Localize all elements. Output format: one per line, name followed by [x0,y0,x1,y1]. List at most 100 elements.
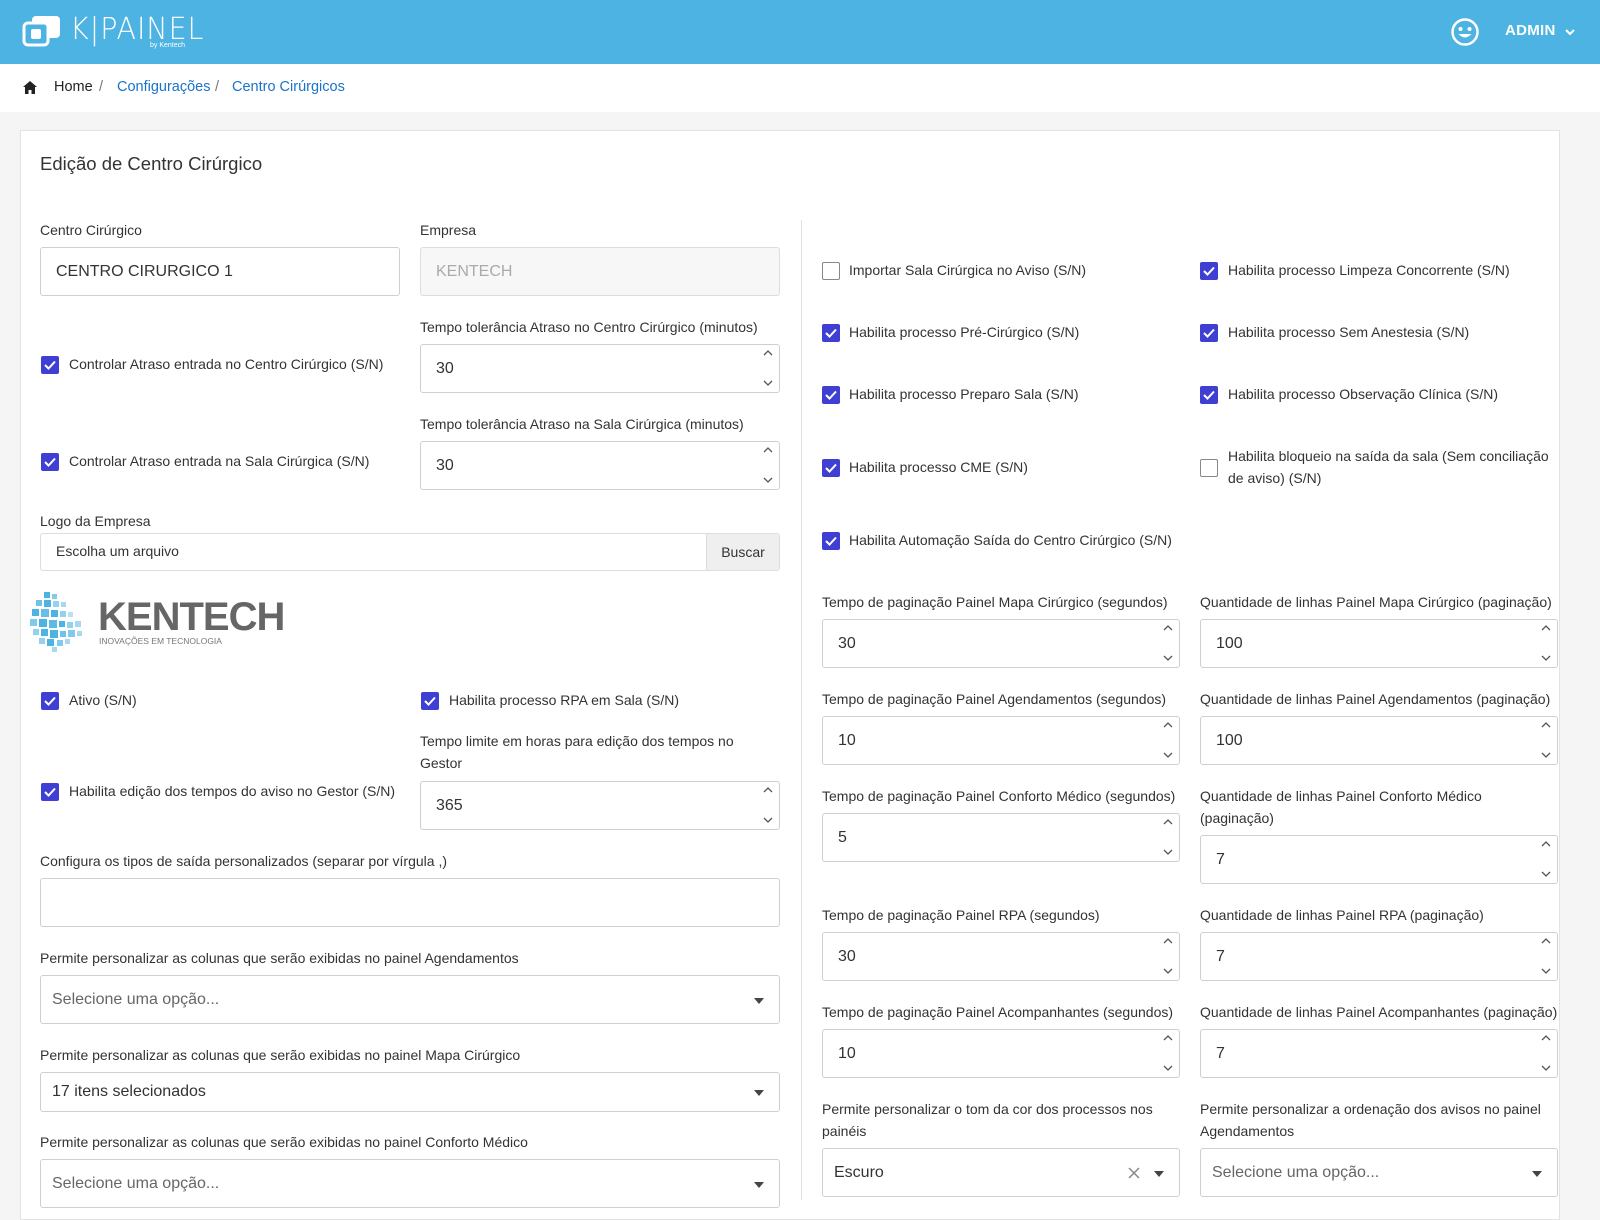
automacao-saida-checkbox[interactable] [822,532,840,550]
spinner-arrows-icon[interactable] [1163,624,1173,662]
lin-mapa-label: Quantidade de linhas Painel Mapa Cirúrgi… [1200,594,1552,610]
controlar-atraso-sala-checkbox[interactable] [41,453,59,471]
pag-rpa-value: 30 [838,948,856,965]
smiley-user-icon[interactable] [1450,17,1480,47]
pag-rpa-input[interactable]: 30 [822,932,1180,981]
tol-cc-input[interactable]: 30 [420,344,780,393]
colunas-conforto-select[interactable]: Selecione uma opção... [40,1159,780,1208]
user-menu-name[interactable]: ADMIN [1505,22,1556,39]
check-icon [1203,390,1215,400]
spinner-arrows-icon[interactable] [1541,937,1551,975]
sem-anestesia-checkbox[interactable] [1200,324,1218,342]
select-placeholder: Selecione uma opção... [52,1175,220,1192]
clear-icon[interactable] [1127,1166,1141,1180]
tol-cc-label: Tempo tolerância Atraso no Centro Cirúrg… [420,319,758,335]
breadcrumb-centro-cirurgicos[interactable]: Centro Cirúrgicos [232,79,345,95]
bloqueio-saida-label-line1: Habilita bloqueio na saída da sala (Sem … [1228,448,1549,464]
centro-cirurgico-input[interactable]: CENTRO CIRURGICO 1 [40,247,400,296]
check-icon [1203,266,1215,276]
limite-horas-input[interactable]: 365 [420,781,780,830]
home-icon[interactable] [23,81,37,94]
spinner-arrows-icon[interactable] [1163,1034,1173,1072]
limite-horas-label: Tempo limite em horas para edição dos te… [420,733,734,771]
kentech-logo: KENTECH INOVAÇÕES EM TECNOLOGIA [30,592,285,652]
spinner-arrows-icon[interactable] [1541,840,1551,878]
rpa-sala-checkbox[interactable] [421,692,439,710]
spinner-arrows-icon[interactable] [763,446,773,484]
caret-down-icon [754,998,764,1004]
pag-conforto-input[interactable]: 5 [822,813,1180,862]
pag-agend-input[interactable]: 10 [822,716,1180,765]
spinner-arrows-icon[interactable] [1163,818,1173,856]
edicao-gestor-label: Habilita edição dos tempos do aviso no G… [69,783,396,799]
empresa-input: KENTECH [420,247,780,296]
controlar-atraso-cc-label: Controlar Atraso entrada no Centro Cirúr… [69,356,384,372]
lin-agend-input[interactable]: 100 [1200,716,1558,765]
logo-icon [22,16,60,47]
edicao-gestor-checkbox[interactable] [41,783,59,801]
spinner-arrows-icon[interactable] [1541,624,1551,662]
caret-down-icon [1154,1171,1164,1177]
pag-acomp-value: 10 [838,1045,856,1062]
lin-acomp-input[interactable]: 7 [1200,1029,1558,1078]
controlar-atraso-cc-checkbox[interactable] [41,356,59,374]
bloqueio-saida-checkbox[interactable] [1200,459,1218,477]
cme-label: Habilita processo CME (S/N) [849,459,1028,475]
lin-conforto-input[interactable]: 7 [1200,835,1558,884]
limpeza-checkbox[interactable] [1200,262,1218,280]
importar-sala-checkbox[interactable] [822,262,840,280]
check-icon [825,463,837,473]
lin-rpa-input[interactable]: 7 [1200,932,1558,981]
breadcrumb-separator: / [215,79,220,95]
check-icon [1203,328,1215,338]
select-placeholder: Selecione uma opção... [52,991,220,1008]
check-icon [825,328,837,338]
ativo-checkbox[interactable] [41,692,59,710]
tom-cor-select[interactable]: Escuro [822,1148,1180,1197]
pag-rpa-label: Tempo de paginação Painel RPA (segundos) [822,907,1100,923]
lin-conforto-label-line1: Quantidade de linhas Painel Conforto Méd… [1200,788,1482,804]
check-icon [44,787,56,797]
pag-conforto-label: Tempo de paginação Painel Conforto Médic… [822,788,1176,804]
buscar-button[interactable]: Buscar [706,534,779,570]
spinner-arrows-icon[interactable] [763,786,773,824]
preparo-sala-checkbox[interactable] [822,386,840,404]
logo-file-input[interactable]: Escolha um arquivo Buscar [40,533,780,571]
tipos-saida-label: Configura os tipos de saída personalizad… [40,853,447,869]
controlar-atraso-sala-label: Controlar Atraso entrada na Sala Cirúrgi… [69,453,370,469]
pag-mapa-value: 30 [838,635,856,652]
lin-conforto-value: 7 [1216,851,1225,868]
colunas-mapa-select[interactable]: 17 itens selecionados [40,1072,780,1112]
pag-acomp-input[interactable]: 10 [822,1029,1180,1078]
colunas-agendamentos-select[interactable]: Selecione uma opção... [40,975,780,1024]
spinner-arrows-icon[interactable] [1163,937,1173,975]
breadcrumb-home[interactable]: Home [54,79,93,95]
tol-sala-input[interactable]: 30 [420,441,780,490]
observacao-clinica-checkbox[interactable] [1200,386,1218,404]
pag-agend-label: Tempo de paginação Painel Agendamentos (… [822,691,1167,707]
tol-sala-value: 30 [436,457,454,474]
lin-acomp-label: Quantidade de linhas Painel Acompanhante… [1200,1004,1558,1020]
tol-sala-label: Tempo tolerância Atraso na Sala Cirúrgic… [420,416,744,432]
check-icon [424,696,436,706]
colunas-conforto-label: Permite personalizar as colunas que serã… [40,1134,528,1150]
preparo-sala-label: Habilita processo Preparo Sala (S/N) [849,386,1079,402]
pag-mapa-input[interactable]: 30 [822,619,1180,668]
spinner-arrows-icon[interactable] [763,349,773,387]
logo-subtext: by Kentech [150,42,186,49]
caret-down-icon [1532,1171,1542,1177]
pre-cirurgico-checkbox[interactable] [822,324,840,342]
breadcrumb-configuracoes[interactable]: Configurações [117,79,211,95]
spinner-arrows-icon[interactable] [1541,1034,1551,1072]
pag-agend-value: 10 [838,732,856,749]
chevron-down-icon[interactable] [1564,26,1576,38]
colunas-agendamentos-label: Permite personalizar as colunas que serã… [40,950,519,966]
spinner-arrows-icon[interactable] [1163,721,1173,759]
check-icon [44,696,56,706]
lin-mapa-input[interactable]: 100 [1200,619,1558,668]
tipos-saida-input[interactable] [40,878,780,927]
select-value: Escuro [834,1164,884,1181]
cme-checkbox[interactable] [822,459,840,477]
ordenacao-select[interactable]: Selecione uma opção... [1200,1148,1558,1197]
spinner-arrows-icon[interactable] [1541,721,1551,759]
